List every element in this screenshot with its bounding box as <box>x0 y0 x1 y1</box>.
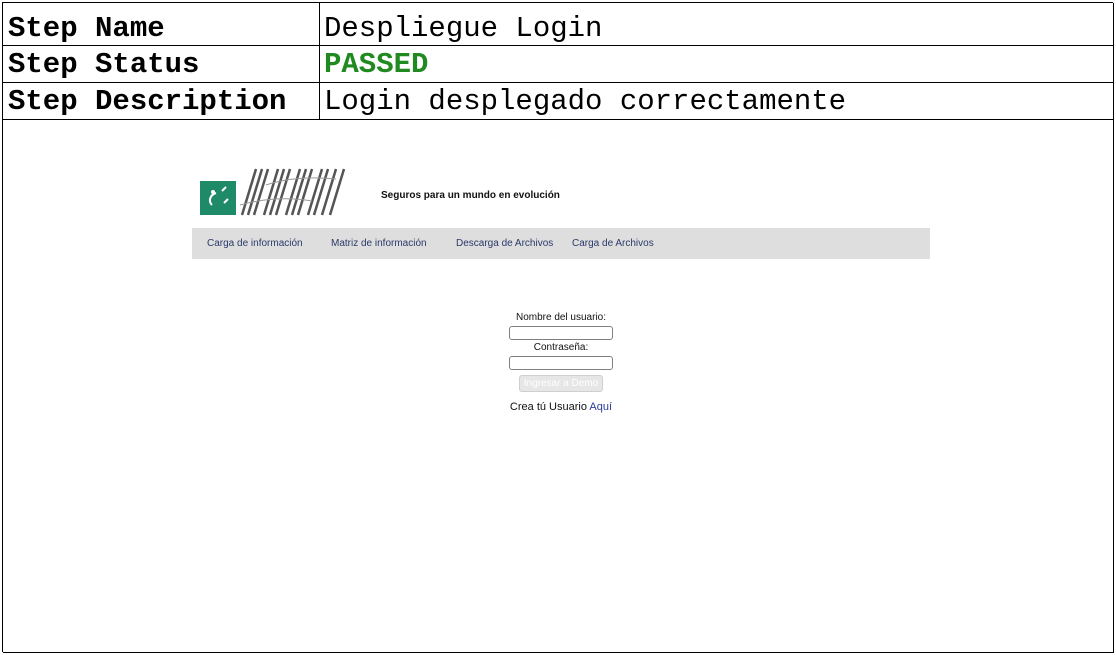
nav-matriz-informacion[interactable]: Matriz de información <box>331 238 427 249</box>
register-link[interactable]: Aquí <box>589 401 612 413</box>
step-name-label: Step Name <box>3 3 320 46</box>
main-navigation: Carga de información Matriz de informaci… <box>192 228 930 259</box>
login-form: Nombre del usuario: Contraseña: Ingresar… <box>483 310 639 413</box>
nav-descarga-archivos[interactable]: Descarga de Archivos <box>456 238 553 249</box>
app-screenshot: Seguros para un mundo en evolución Carga… <box>3 120 1113 652</box>
step-status-cell: PASSED <box>320 46 1114 83</box>
nav-carga-informacion[interactable]: Carga de información <box>207 238 303 249</box>
username-input[interactable] <box>509 326 613 340</box>
bank-logo-icon <box>200 181 236 215</box>
register-prompt: Crea tú Usuario Aquí <box>483 401 639 413</box>
step-name-row: Step Name Despliegue Login <box>3 3 1114 46</box>
striped-wordmark-icon <box>236 165 350 217</box>
username-label: Nombre del usuario: <box>515 312 607 323</box>
step-status-row: Step Status PASSED <box>3 46 1114 83</box>
step-description-label: Step Description <box>3 83 320 120</box>
step-screenshot: Seguros para un mundo en evolución Carga… <box>3 120 1114 653</box>
register-text: Crea tú Usuario <box>509 401 587 413</box>
brand-logo <box>200 165 350 217</box>
nav-carga-archivos[interactable]: Carga de Archivos <box>572 238 654 249</box>
password-input[interactable] <box>509 356 613 370</box>
test-step-report: Step Name Despliegue Login Step Status P… <box>2 2 1114 653</box>
step-description-row: Step Description Login desplegado correc… <box>3 83 1114 120</box>
step-name-value: Despliegue Login <box>320 3 1114 46</box>
step-description-value: Login desplegado correctamente <box>320 83 1114 120</box>
tagline: Seguros para un mundo en evolución <box>381 190 560 201</box>
step-status-value: PASSED <box>324 48 429 81</box>
step-status-label: Step Status <box>3 46 320 83</box>
login-button[interactable]: Ingresar a Demo <box>519 375 603 392</box>
password-label: Contraseña: <box>533 342 589 353</box>
